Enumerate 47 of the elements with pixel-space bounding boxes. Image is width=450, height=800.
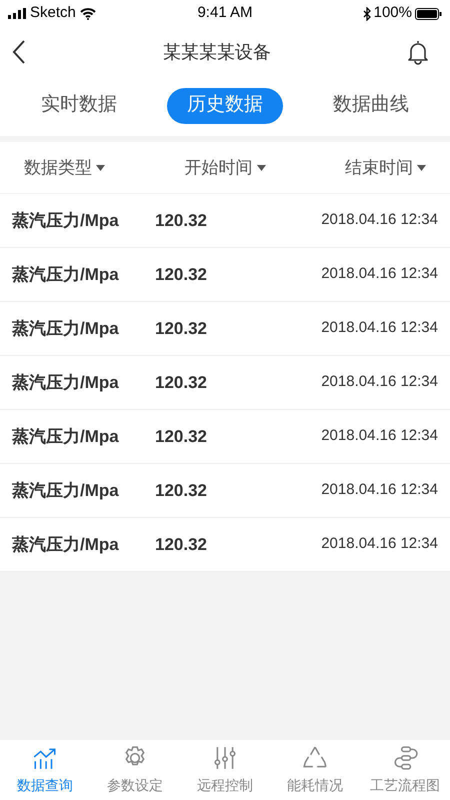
data-type-cell-text: 蒸汽压力/Mpa xyxy=(12,534,120,556)
bluetooth-icon xyxy=(362,6,371,20)
caret-icon xyxy=(417,164,426,170)
tab-bar-item[interactable]: 参数设定 xyxy=(90,740,180,800)
time-cell-text: 2018.04.16 12:34 xyxy=(321,264,438,284)
wifi-icon xyxy=(80,8,96,20)
notification-button[interactable] xyxy=(406,38,430,66)
value-cell-text: 120.32 xyxy=(155,264,207,286)
time-cell-text: 2018.04.16 12:34 xyxy=(321,318,438,338)
data-type-cell-text: 蒸汽压力/Mpa xyxy=(12,318,120,340)
signal-icon xyxy=(8,8,26,19)
value-cell-text: 120.32 xyxy=(155,534,207,556)
time-cell-text: 2018.04.16 12:34 xyxy=(321,426,438,446)
data-type-cell-text: 蒸汽压力/Mpa xyxy=(12,426,120,448)
value-cell-text: 120.32 xyxy=(155,372,207,394)
battery-icon xyxy=(414,8,442,20)
time-cell-text: 2018.04.16 12:34 xyxy=(321,210,438,230)
caret-icon xyxy=(256,164,266,170)
tab-bar-item[interactable]: 远程控制 xyxy=(180,740,270,800)
battery-percent: 100% xyxy=(374,3,412,24)
value-cell-text: 120.32 xyxy=(155,480,207,502)
segment-tab[interactable]: 实时数据 xyxy=(21,88,137,124)
value-cell-text: 120.32 xyxy=(155,318,207,340)
caret-icon xyxy=(96,164,105,170)
filter-dropdown[interactable]: 数据类型 xyxy=(24,154,105,180)
tab-icon xyxy=(212,744,238,770)
tab-bar-item[interactable]: 数据查询 xyxy=(0,740,90,800)
data-type-cell-text: 蒸汽压力/Mpa xyxy=(12,372,120,394)
tab-icon xyxy=(392,744,418,770)
filter-dropdown[interactable]: 开始时间 xyxy=(184,154,266,180)
segment-tab[interactable]: 数据曲线 xyxy=(313,88,429,124)
data-type-cell-text: 蒸汽压力/Mpa xyxy=(12,264,120,286)
data-type-cell-text: 蒸汽压力/Mpa xyxy=(12,480,120,502)
time-cell-text: 2018.04.16 12:34 xyxy=(321,534,438,554)
data-type-cell-text: 蒸汽压力/Mpa xyxy=(12,210,120,232)
tab-icon xyxy=(302,744,328,770)
tab-bar-item[interactable]: 工艺流程图 xyxy=(360,740,450,800)
clock-time: 9:41 AM xyxy=(197,3,253,24)
value-cell-text: 120.32 xyxy=(155,426,207,448)
filter-dropdown[interactable]: 结束时间 xyxy=(345,154,426,180)
value-cell-text: 120.32 xyxy=(155,210,207,232)
time-cell-text: 2018.04.16 12:34 xyxy=(321,372,438,392)
tab-bar-item[interactable]: 能耗情况 xyxy=(270,740,360,800)
time-cell-text: 2018.04.16 12:34 xyxy=(321,480,438,500)
carrier-name: Sketch xyxy=(30,3,76,24)
page-title: 某某某某设备 xyxy=(163,40,271,64)
segment-tab[interactable]: 历史数据 xyxy=(167,88,283,124)
